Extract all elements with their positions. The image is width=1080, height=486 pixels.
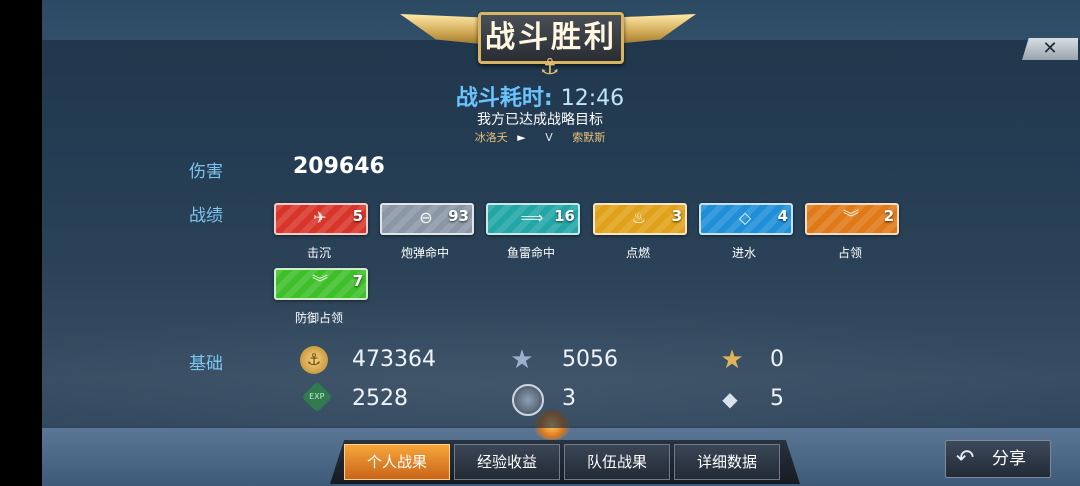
achievement-count: 3 — [671, 207, 682, 225]
achievement-badge: ✈ 5 — [274, 203, 368, 235]
achievement-badge: ◇ 4 — [699, 203, 793, 235]
achievement-badge: ⟹ 16 — [486, 203, 580, 235]
achievement-count: 2 — [883, 207, 894, 225]
winged-star-icon: ★ — [720, 345, 744, 375]
flooding-icon: ◇ — [738, 208, 752, 227]
torpedo-icon: ⟹ — [520, 208, 544, 227]
damage-value: 209646 — [293, 154, 385, 179]
achievement-badge: ♨ 3 — [593, 203, 687, 235]
team-right-name: 索默斯 — [572, 131, 606, 144]
duration-label: 战斗耗时: — [455, 86, 553, 111]
winged-star-value: 0 — [770, 347, 784, 372]
achievement-label: 点燃 — [625, 246, 650, 260]
result-tabs: 个人战果 经验收益 队伍战果 详细数据 — [330, 440, 800, 480]
team-left-name: 冰洛夭 — [474, 131, 508, 144]
achievement-label: 防御占领 — [294, 311, 343, 325]
shell-icon: ⊖ — [419, 208, 433, 227]
anchor-icon: ⚓ — [540, 55, 560, 80]
token-value: 3 — [562, 386, 576, 411]
achievement-count: 7 — [352, 272, 363, 290]
base-label: 基础 — [189, 354, 223, 374]
capture-icon: ︾ — [842, 208, 859, 227]
tab-exp-gains[interactable]: 经验收益 — [454, 444, 560, 480]
achievement-badge: ︾ 7 — [274, 268, 368, 300]
achievement-badge: ︾ 2 — [805, 203, 899, 235]
battle-duration: 战斗耗时: 12:46 — [0, 80, 1080, 112]
achievement-count: 4 — [777, 207, 788, 225]
token-icon — [512, 384, 544, 416]
star-icon: ★ — [510, 345, 534, 375]
share-arrow-icon: ↶ — [956, 446, 975, 471]
defend-capture-icon: ︾ — [311, 273, 328, 292]
achievement-count: 5 — [352, 207, 363, 225]
close-button[interactable]: ✕ — [1022, 38, 1078, 60]
star-value: 5056 — [562, 347, 618, 372]
tab-team-results[interactable]: 队伍战果 — [564, 444, 670, 480]
diamond-value: 5 — [770, 386, 784, 411]
close-icon: ✕ — [1042, 38, 1058, 59]
achievement-count: 93 — [448, 207, 469, 225]
vs-label: V — [545, 131, 553, 144]
achievement-count: 16 — [554, 207, 575, 225]
victory-banner: 战斗胜利 ⚓ — [400, 0, 696, 82]
tab-detailed-data[interactable]: 详细数据 — [674, 444, 780, 480]
achievement-label: 进水 — [731, 246, 756, 260]
matchup: 冰洛夭 ► V 索默斯 — [0, 129, 1080, 145]
achievement-badge: ⊖ 93 — [380, 203, 474, 235]
diamond-icon: ◆ — [722, 387, 738, 411]
share-button[interactable]: ↶ 分享 — [945, 440, 1051, 478]
tab-personal-results[interactable]: 个人战果 — [344, 444, 450, 480]
objective-text: 我方已达成战略目标 — [477, 112, 603, 128]
damage-label: 伤害 — [189, 162, 223, 182]
coin-icon: ⚓ — [300, 346, 328, 374]
flag-icon: ► — [517, 131, 526, 144]
achievement-label: 鱼雷命中 — [506, 246, 555, 260]
share-label: 分享 — [992, 449, 1026, 469]
duration-value: 12:46 — [560, 86, 625, 111]
achievements-label: 战绩 — [189, 206, 223, 226]
exp-value: 2528 — [352, 386, 408, 411]
achievement-label: 占领 — [837, 246, 862, 260]
fire-icon: ♨ — [631, 208, 647, 227]
coin-value: 473364 — [352, 347, 436, 372]
achievement-label: 击沉 — [306, 246, 331, 260]
sinking-ship-icon: ✈ — [313, 208, 327, 227]
achievement-label: 炮弹命中 — [400, 246, 449, 260]
